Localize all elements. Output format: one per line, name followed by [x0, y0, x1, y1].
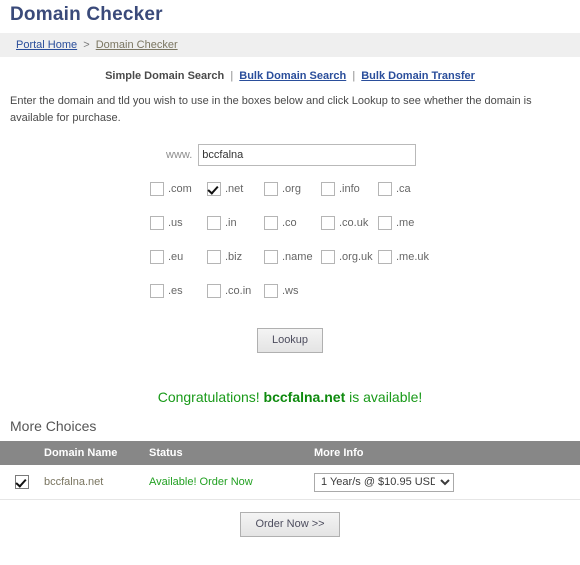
nav-separator-1: |	[230, 70, 234, 82]
tld-option-eu[interactable]: .eu	[150, 250, 207, 264]
tld-checkbox[interactable]	[150, 250, 164, 264]
intro-text: Enter the domain and tld you wish to use…	[10, 95, 532, 124]
tld-checkbox[interactable]	[207, 250, 221, 264]
tld-option-net[interactable]: .net	[207, 182, 264, 196]
more-choices-heading: More Choices	[10, 418, 97, 434]
tld-checkbox[interactable]	[150, 216, 164, 230]
tld-option-org[interactable]: .org	[264, 182, 321, 196]
tld-label: .co.in	[225, 285, 252, 297]
tld-option-us[interactable]: .us	[150, 216, 207, 230]
page-title: Domain Checker	[10, 4, 163, 25]
table-row: bccfalna.net Available! Order Now 1 Year/s…	[0, 465, 580, 500]
tld-option-ws[interactable]: .ws	[264, 284, 321, 298]
tld-checkbox[interactable]	[321, 182, 335, 196]
search-mode-nav: Simple Domain Search | Bulk Domain Searc…	[0, 70, 580, 82]
checkmark-icon[interactable]	[207, 182, 221, 196]
tld-label: .ca	[396, 183, 411, 195]
tld-row: .eu .biz .name .org.uk .me.uk	[150, 250, 580, 284]
result-domain: bccfalna.net	[263, 389, 346, 405]
tld-option-meuk[interactable]: .me.uk	[378, 250, 435, 264]
row-status-order-now-link[interactable]: Available! Order Now	[149, 465, 314, 500]
tld-label: .org.uk	[339, 251, 373, 263]
tld-label: .co.uk	[339, 217, 369, 229]
tld-label: .eu	[168, 251, 184, 263]
tld-checkbox[interactable]	[264, 250, 278, 264]
nav-bulk-domain-search[interactable]: Bulk Domain Search	[239, 70, 346, 82]
order-now-button[interactable]: Order Now >>	[240, 512, 340, 537]
more-choices-table: Domain Name Status More Info bccfalna.ne…	[0, 441, 580, 500]
row-select-cell[interactable]	[0, 465, 44, 500]
row-more-info-cell: 1 Year/s @ $10.95 USD	[314, 465, 580, 500]
lookup-button-wrap: Lookup	[0, 328, 580, 353]
breadcrumb-separator: >	[83, 39, 90, 51]
registration-term-select[interactable]: 1 Year/s @ $10.95 USD	[314, 472, 454, 492]
breadcrumb: Portal Home > Domain Checker	[0, 33, 580, 57]
tld-checkbox[interactable]	[150, 182, 164, 196]
tld-label: .es	[168, 285, 183, 297]
tld-checkbox[interactable]	[264, 182, 278, 196]
tld-label: .com	[168, 183, 192, 195]
tld-option-info[interactable]: .info	[321, 182, 378, 196]
tld-option-co[interactable]: .co	[264, 216, 321, 230]
table-head: Domain Name Status More Info	[0, 441, 580, 465]
tld-label: .co	[282, 217, 297, 229]
tld-option-coin[interactable]: .co.in	[207, 284, 264, 298]
row-domain-name[interactable]: bccfalna.net	[44, 465, 149, 500]
nav-bulk-domain-transfer[interactable]: Bulk Domain Transfer	[361, 70, 475, 82]
tld-option-ca[interactable]: .ca	[378, 182, 435, 196]
tld-label: .info	[339, 183, 360, 195]
tld-option-biz[interactable]: .biz	[207, 250, 264, 264]
tld-row: .es .co.in .ws	[150, 284, 580, 318]
tld-label: .name	[282, 251, 313, 263]
availability-result-message: Congratulations! bccfalna.net is availab…	[0, 389, 580, 405]
tld-checkbox[interactable]	[207, 216, 221, 230]
order-button-wrap: Order Now >>	[0, 512, 580, 537]
tld-option-in[interactable]: .in	[207, 216, 264, 230]
tld-label: .us	[168, 217, 183, 229]
lookup-button[interactable]: Lookup	[256, 328, 324, 353]
tld-label: .net	[225, 183, 244, 195]
domain-input[interactable]	[198, 144, 417, 166]
nav-separator-2: |	[352, 70, 356, 82]
tld-checkbox[interactable]	[378, 250, 392, 264]
tld-checkbox[interactable]	[264, 216, 278, 230]
tld-option-es[interactable]: .es	[150, 284, 207, 298]
tld-checkbox[interactable]	[378, 216, 392, 230]
tld-label: .biz	[225, 251, 243, 263]
domain-search-row: www.	[0, 144, 580, 166]
table-body: bccfalna.net Available! Order Now 1 Year/s…	[0, 465, 580, 500]
tld-checkbox[interactable]	[321, 250, 335, 264]
tld-label: .me	[396, 217, 415, 229]
column-header-select	[0, 441, 44, 465]
tld-checkbox[interactable]	[378, 182, 392, 196]
tld-label: .ws	[282, 285, 299, 297]
tld-option-couk[interactable]: .co.uk	[321, 216, 378, 230]
tld-row: .us .in .co .co.uk .me	[150, 216, 580, 250]
checkmark-icon[interactable]	[15, 475, 29, 489]
column-header-more-info: More Info	[314, 441, 580, 465]
tld-checkbox[interactable]	[150, 284, 164, 298]
tld-option-com[interactable]: .com	[150, 182, 207, 196]
tld-row: .com .net .org .info .ca	[150, 182, 580, 216]
tld-label: .org	[282, 183, 301, 195]
result-prefix: Congratulations!	[157, 389, 260, 405]
tld-label: .me.uk	[396, 251, 430, 263]
column-header-domain-name: Domain Name	[44, 441, 149, 465]
tld-checkbox[interactable]	[321, 216, 335, 230]
tld-label: .in	[225, 217, 237, 229]
tld-option-me[interactable]: .me	[378, 216, 435, 230]
tld-checkbox-grid: .com .net .org .info .ca .us .in .co .co.uk .me .e…	[0, 182, 580, 318]
tld-option-orguk[interactable]: .org.uk	[321, 250, 378, 264]
tld-checkbox[interactable]	[207, 284, 221, 298]
breadcrumb-link-portal-home[interactable]: Portal Home	[16, 39, 77, 51]
column-header-status: Status	[149, 441, 314, 465]
nav-simple-domain-search[interactable]: Simple Domain Search	[105, 70, 224, 82]
tld-option-name[interactable]: .name	[264, 250, 321, 264]
result-suffix: is available!	[349, 389, 423, 405]
table-header-row: Domain Name Status More Info	[0, 441, 580, 465]
breadcrumb-current-domain-checker[interactable]: Domain Checker	[96, 39, 178, 51]
www-prefix-label: www.	[166, 149, 193, 161]
tld-checkbox[interactable]	[264, 284, 278, 298]
